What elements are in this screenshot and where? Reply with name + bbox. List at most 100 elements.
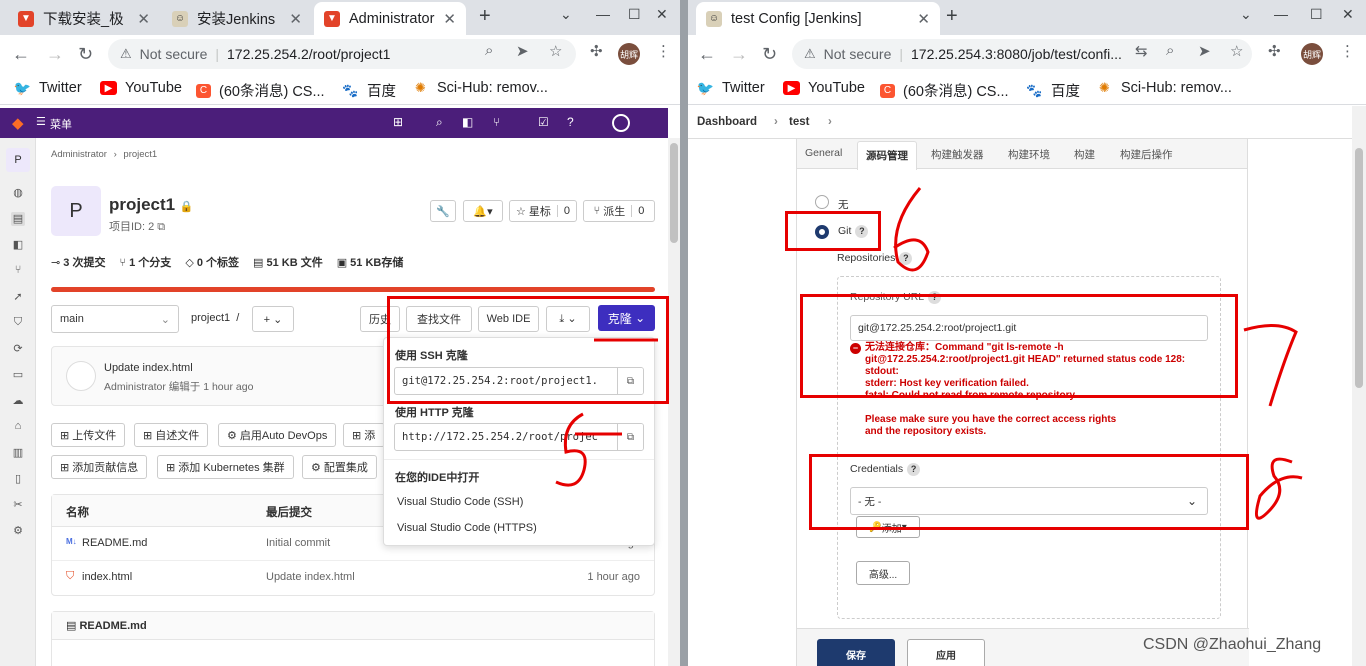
- tab-triggers[interactable]: 构建触发器: [931, 147, 984, 162]
- bookmark-twitter[interactable]: 🐦 Twitter: [697, 80, 765, 97]
- stat-tags[interactable]: ◇ 0 个标签: [185, 254, 239, 270]
- wiki-icon[interactable]: ▯: [11, 472, 25, 486]
- fork-button[interactable]: ⑂ 派生 0: [583, 200, 655, 222]
- add-button[interactable]: ⊞ 添: [343, 423, 385, 447]
- browser-tab[interactable]: ☺ 安装Jenkins ✕: [162, 2, 312, 35]
- readme-button[interactable]: ⊞ 自述文件: [134, 423, 209, 447]
- bookmark-scihub[interactable]: ✺ Sci-Hub: remov...: [412, 80, 548, 96]
- bookmark-star-icon[interactable]: ☆: [1230, 42, 1243, 60]
- tab-general[interactable]: General: [805, 147, 842, 159]
- tab-build[interactable]: 构建: [1074, 147, 1095, 162]
- deployments-icon[interactable]: ⟳: [11, 342, 25, 356]
- stat-branches[interactable]: ⑂ 1 个分支: [119, 254, 171, 270]
- stat-commits[interactable]: ⊸ 3 次提交: [51, 254, 105, 270]
- file-name[interactable]: README.md: [82, 537, 147, 549]
- tab-scm[interactable]: 源码管理: [857, 141, 917, 170]
- user-avatar-icon[interactable]: [612, 114, 630, 132]
- more-menu-icon[interactable]: ⋮: [656, 42, 671, 60]
- scrollbar[interactable]: [668, 138, 680, 666]
- send-icon[interactable]: ➤: [1198, 42, 1211, 60]
- address-bar[interactable]: ⚠ Not secure | 172.25.254.3:8080/job/tes…: [792, 39, 1252, 69]
- merge-requests-icon[interactable]: ⑂: [11, 264, 25, 278]
- bookmark-twitter[interactable]: 🐦 Twitter: [14, 80, 82, 97]
- breadcrumb-item[interactable]: Administrator: [51, 149, 107, 160]
- infrastructure-icon[interactable]: ☁: [11, 394, 25, 408]
- help-icon[interactable]: ?: [567, 115, 574, 129]
- add-kubernetes-button[interactable]: ⊞ 添加 Kubernetes 集群: [157, 455, 294, 479]
- reload-icon[interactable]: ↻: [78, 44, 93, 65]
- wrench-icon[interactable]: 🔧: [430, 200, 456, 222]
- settings-gear-icon[interactable]: ⚙: [11, 524, 25, 538]
- close-icon[interactable]: ✕: [289, 10, 302, 28]
- project-overview-icon[interactable]: ◍: [11, 186, 25, 200]
- packages-icon[interactable]: ⌂: [11, 420, 25, 434]
- search-icon[interactable]: ⌕: [436, 115, 443, 130]
- close-icon[interactable]: ✕: [137, 10, 150, 28]
- forward-icon[interactable]: →: [730, 44, 748, 65]
- send-icon[interactable]: ➤: [516, 42, 529, 60]
- bookmark-youtube[interactable]: ▶ YouTube: [100, 80, 182, 96]
- security-shield-icon[interactable]: ⛉: [11, 316, 25, 330]
- close-icon[interactable]: ✕: [443, 10, 456, 28]
- issues-icon[interactable]: ◧: [11, 238, 25, 252]
- breadcrumb-item[interactable]: Dashboard: [697, 116, 757, 128]
- stat-files[interactable]: ▤ 51 KB 文件: [253, 254, 323, 270]
- close-icon[interactable]: ✕: [917, 10, 930, 28]
- browser-tab-active[interactable]: ☺ test Config [Jenkins] ✕: [696, 2, 940, 35]
- cicd-rocket-icon[interactable]: ➚: [11, 290, 25, 304]
- auto-devops-button[interactable]: ⚙ 启用Auto DevOps: [218, 423, 337, 447]
- advanced-button[interactable]: 高级...: [856, 561, 910, 585]
- scrollbar-thumb[interactable]: [670, 143, 678, 243]
- http-url-field[interactable]: http://172.25.254.2/root/projec ⧉: [394, 423, 644, 451]
- bookmark-youtube[interactable]: ▶ YouTube: [783, 80, 865, 96]
- issues-icon[interactable]: ◧: [462, 115, 473, 129]
- breadcrumb-item[interactable]: test: [789, 116, 809, 128]
- repository-icon[interactable]: ▤: [11, 212, 25, 226]
- minimize-icon[interactable]: —: [596, 6, 610, 22]
- file-commit[interactable]: Update index.html: [266, 571, 355, 583]
- maximize-icon[interactable]: ☐: [628, 6, 641, 23]
- star-button[interactable]: ☆ 星标 0: [509, 200, 577, 222]
- avatar[interactable]: [66, 361, 96, 391]
- forward-icon[interactable]: →: [46, 44, 64, 65]
- reload-icon[interactable]: ↻: [762, 44, 777, 65]
- vscode-https-item[interactable]: Visual Studio Code (HTTPS): [397, 522, 537, 534]
- zoom-icon[interactable]: ⌕: [485, 42, 493, 59]
- table-row[interactable]: ⛉ index.html Update index.html 1 hour ag…: [52, 561, 654, 595]
- menu-label[interactable]: 菜单: [50, 116, 72, 132]
- tab-post-build[interactable]: 构建后操作: [1120, 147, 1173, 162]
- translate-icon[interactable]: ⇆: [1135, 42, 1148, 60]
- zoom-icon[interactable]: ⌕: [1166, 42, 1174, 59]
- notification-bell-button[interactable]: 🔔▾: [463, 200, 503, 222]
- plus-icon[interactable]: ⊞: [393, 115, 403, 129]
- tab-environment[interactable]: 构建环境: [1008, 147, 1050, 162]
- save-button[interactable]: 保存: [817, 639, 895, 666]
- commit-title[interactable]: Update index.html: [104, 362, 193, 374]
- merge-requests-icon[interactable]: ⑂: [493, 115, 500, 129]
- address-bar[interactable]: ⚠ Not secure | 172.25.254.2/root/project…: [108, 39, 576, 69]
- new-tab-icon[interactable]: +: [479, 5, 491, 28]
- hamburger-icon[interactable]: ☰: [36, 115, 46, 128]
- profile-avatar[interactable]: 胡辉: [1301, 43, 1323, 65]
- maximize-icon[interactable]: ☐: [1310, 6, 1323, 23]
- apply-button[interactable]: 应用: [907, 639, 985, 666]
- minimize-icon[interactable]: —: [1274, 6, 1288, 22]
- branch-select[interactable]: main ⌄: [51, 305, 179, 333]
- back-icon[interactable]: ←: [698, 44, 716, 65]
- help-icon[interactable]: ?: [899, 252, 913, 265]
- vscode-ssh-item[interactable]: Visual Studio Code (SSH): [397, 496, 523, 508]
- browser-tab[interactable]: ▼ 下载安装_极 ✕: [8, 2, 160, 35]
- profile-avatar[interactable]: 胡辉: [618, 43, 640, 65]
- more-menu-icon[interactable]: ⋮: [1340, 42, 1355, 60]
- bookmark-scihub[interactable]: ✺ Sci-Hub: remov...: [1096, 80, 1232, 96]
- gitlab-logo-icon[interactable]: ◆: [12, 114, 24, 132]
- commit-author[interactable]: Administrator: [104, 381, 166, 393]
- scrollbar-thumb[interactable]: [1355, 148, 1363, 388]
- bookmark-star-icon[interactable]: ☆: [549, 42, 562, 60]
- copy-icon[interactable]: ⧉: [617, 424, 643, 450]
- todo-icon[interactable]: ☑: [538, 115, 549, 129]
- scrollbar[interactable]: [1352, 106, 1366, 666]
- close-window-icon[interactable]: ✕: [656, 6, 668, 23]
- bookmark-csdn[interactable]: C (60条消息) CS...: [880, 80, 1009, 101]
- browser-tab-active[interactable]: ▼ Administrator ✕: [314, 2, 466, 35]
